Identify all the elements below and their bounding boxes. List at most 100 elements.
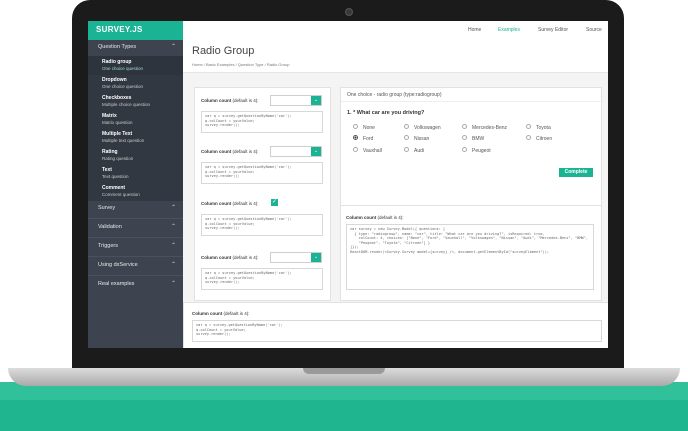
- column-count-label: Column count (default is 4):: [201, 201, 259, 206]
- sidebar-item-subtitle: One choice question: [102, 66, 144, 71]
- column-count-checkbox[interactable]: ✓: [271, 199, 278, 206]
- survey-header-text: One choice - radio group (type:radiogrou…: [347, 92, 442, 98]
- sidebar-section-label: Using dxService: [98, 262, 138, 268]
- sidebar-item-text[interactable]: Text Text question: [88, 164, 183, 183]
- code-block: var survey = new Survey.Model({ question…: [346, 224, 594, 290]
- chevron-up-icon: ⌃: [170, 205, 176, 211]
- survey-header: One choice - radio group (type:radiogrou…: [341, 88, 601, 102]
- radio-option[interactable]: Vauxhall: [353, 147, 382, 154]
- column-count-label: Column count (default is 4):: [201, 98, 259, 103]
- nav-survey-editor[interactable]: Survey Editor: [538, 27, 568, 33]
- title-bar: Radio Group Home / Basic Examples / Ques…: [183, 40, 608, 73]
- code-block: var q = survey.getQuestionByName('car');…: [201, 162, 323, 184]
- question-title: 1. * What car are you driving?: [347, 110, 425, 116]
- radio-option[interactable]: BMW: [462, 135, 484, 142]
- column-count-select[interactable]: ⌄: [270, 252, 322, 263]
- column-count-select[interactable]: ⌄: [270, 95, 322, 106]
- code-block: var q = survey.getQuestionByName('car');…: [201, 111, 323, 133]
- chevron-up-icon: ⌃: [170, 224, 176, 230]
- sidebar-item-matrix[interactable]: Matrix Matrix question: [88, 110, 183, 129]
- radio-icon: [462, 135, 467, 141]
- breadcrumb: Home / Basic Examples / Question Type / …: [192, 62, 290, 67]
- code-block: var q = survey.getQuestionByName('car');…: [201, 268, 323, 290]
- radio-icon: [462, 124, 467, 130]
- sidebar-section-real-examples[interactable]: Real examples ⌃: [88, 278, 183, 292]
- column-count-label: Column count (default is 4):: [346, 215, 404, 220]
- complete-button[interactable]: Complete: [559, 168, 593, 177]
- sidebar-section-label: Survey: [98, 205, 116, 211]
- sidebar-item-subtitle: Multiple text question: [102, 138, 145, 143]
- radio-option-selected[interactable]: Ford: [353, 135, 373, 142]
- code-panel: Column count (default is 4): var survey …: [340, 205, 602, 301]
- divider: [88, 218, 183, 219]
- radio-option[interactable]: Toyota: [526, 124, 551, 131]
- screen: SURVEY.JS Question Types ⌃ Radio group O…: [88, 21, 608, 348]
- sidebar-item-radio-group[interactable]: Radio group One choice question: [88, 56, 183, 75]
- sidebar-section-dxservice[interactable]: Using dxService ⌃: [88, 259, 183, 273]
- radio-option[interactable]: Peugeot: [462, 147, 491, 154]
- sidebar-item-subtitle: Comment question: [102, 192, 140, 197]
- chevron-down-icon: ⌄: [311, 253, 321, 262]
- chevron-up-icon: ⌃: [170, 262, 176, 268]
- brand-text: SURVEY.JS: [96, 25, 143, 34]
- sidebar-item-subtitle: Text question: [102, 174, 129, 179]
- radio-icon: [526, 124, 531, 130]
- divider: [88, 237, 183, 238]
- column-count-label: Column count (default is 4):: [192, 311, 250, 316]
- sidebar-item-rating[interactable]: Rating Rating question: [88, 146, 183, 165]
- code-block: var q = survey.getQuestionByName('car');…: [201, 214, 323, 236]
- nav-examples[interactable]: Examples: [498, 27, 520, 33]
- nav-home[interactable]: Home: [468, 27, 481, 33]
- sidebar-item-checkboxes[interactable]: Checkboxes Multiple choice question: [88, 92, 183, 111]
- radio-option[interactable]: Audi: [404, 147, 424, 154]
- chevron-up-icon: ⌃: [170, 44, 176, 50]
- chevron-down-icon: ⌄: [311, 96, 321, 105]
- code-block: var q = survey.getQuestionByName('car');…: [192, 320, 602, 342]
- column-count-panel: Column count (default is 4): ⌄ var q = s…: [194, 87, 331, 301]
- survey-preview: One choice - radio group (type:radiogrou…: [340, 87, 602, 206]
- sidebar-submenu: Radio group One choice question Dropdown…: [88, 56, 183, 201]
- column-count-select[interactable]: ⌄: [270, 146, 322, 157]
- column-count-label: Column count (default is 4):: [201, 149, 259, 154]
- sidebar-section-label: Triggers: [98, 243, 118, 249]
- sidebar-item-subtitle: Multiple choice question: [102, 102, 151, 107]
- radio-option[interactable]: Volkswagen: [404, 124, 441, 131]
- laptop-notch: [303, 368, 385, 374]
- brand-logo[interactable]: SURVEY.JS: [88, 21, 183, 40]
- sidebar-item-title: Radio group: [102, 59, 132, 65]
- sidebar-item-title: Dropdown: [102, 77, 127, 83]
- nav-source[interactable]: Source: [586, 27, 602, 33]
- radio-option[interactable]: Citroen: [526, 135, 552, 142]
- sidebar: SURVEY.JS Question Types ⌃ Radio group O…: [88, 21, 183, 348]
- sidebar-item-title: Checkboxes: [102, 95, 132, 101]
- sidebar-item-subtitle: Matrix question: [102, 120, 133, 125]
- sidebar-item-comment[interactable]: Comment Comment question: [88, 182, 183, 201]
- sidebar-item-subtitle: One choice question: [102, 84, 144, 89]
- radio-option[interactable]: Nissan: [404, 135, 429, 142]
- radio-icon: [404, 135, 409, 141]
- radio-icon: [404, 124, 409, 130]
- sidebar-section-validation[interactable]: Validation ⌃: [88, 221, 183, 235]
- radio-icon: [526, 135, 531, 141]
- divider: [88, 275, 183, 276]
- radio-icon: [404, 147, 409, 153]
- sidebar-section-triggers[interactable]: Triggers ⌃: [88, 240, 183, 254]
- radio-option[interactable]: Mercedes-Benz: [462, 124, 507, 131]
- page-title: Radio Group: [192, 45, 255, 57]
- sidebar-section-label: Question Types: [98, 44, 137, 50]
- chevron-up-icon: ⌃: [170, 281, 176, 287]
- sidebar-item-subtitle: Rating question: [102, 156, 134, 161]
- radio-icon: [353, 124, 358, 130]
- top-navigation: Home Examples Survey Editor Source: [183, 21, 608, 41]
- radio-icon: [353, 147, 358, 153]
- sidebar-item-title: Matrix: [102, 113, 117, 119]
- camera-icon: [345, 8, 353, 16]
- sidebar-section-survey[interactable]: Survey ⌃: [88, 202, 183, 216]
- column-count-label: Column count (default is 4):: [201, 255, 259, 260]
- radio-checked-icon: [353, 135, 358, 141]
- sidebar-section-question-types[interactable]: Question Types ⌃: [88, 41, 183, 55]
- divider: [88, 256, 183, 257]
- sidebar-item-multiple-text[interactable]: Multiple Text Multiple text question: [88, 128, 183, 147]
- sidebar-item-dropdown[interactable]: Dropdown One choice question: [88, 74, 183, 93]
- radio-option[interactable]: None: [353, 124, 375, 131]
